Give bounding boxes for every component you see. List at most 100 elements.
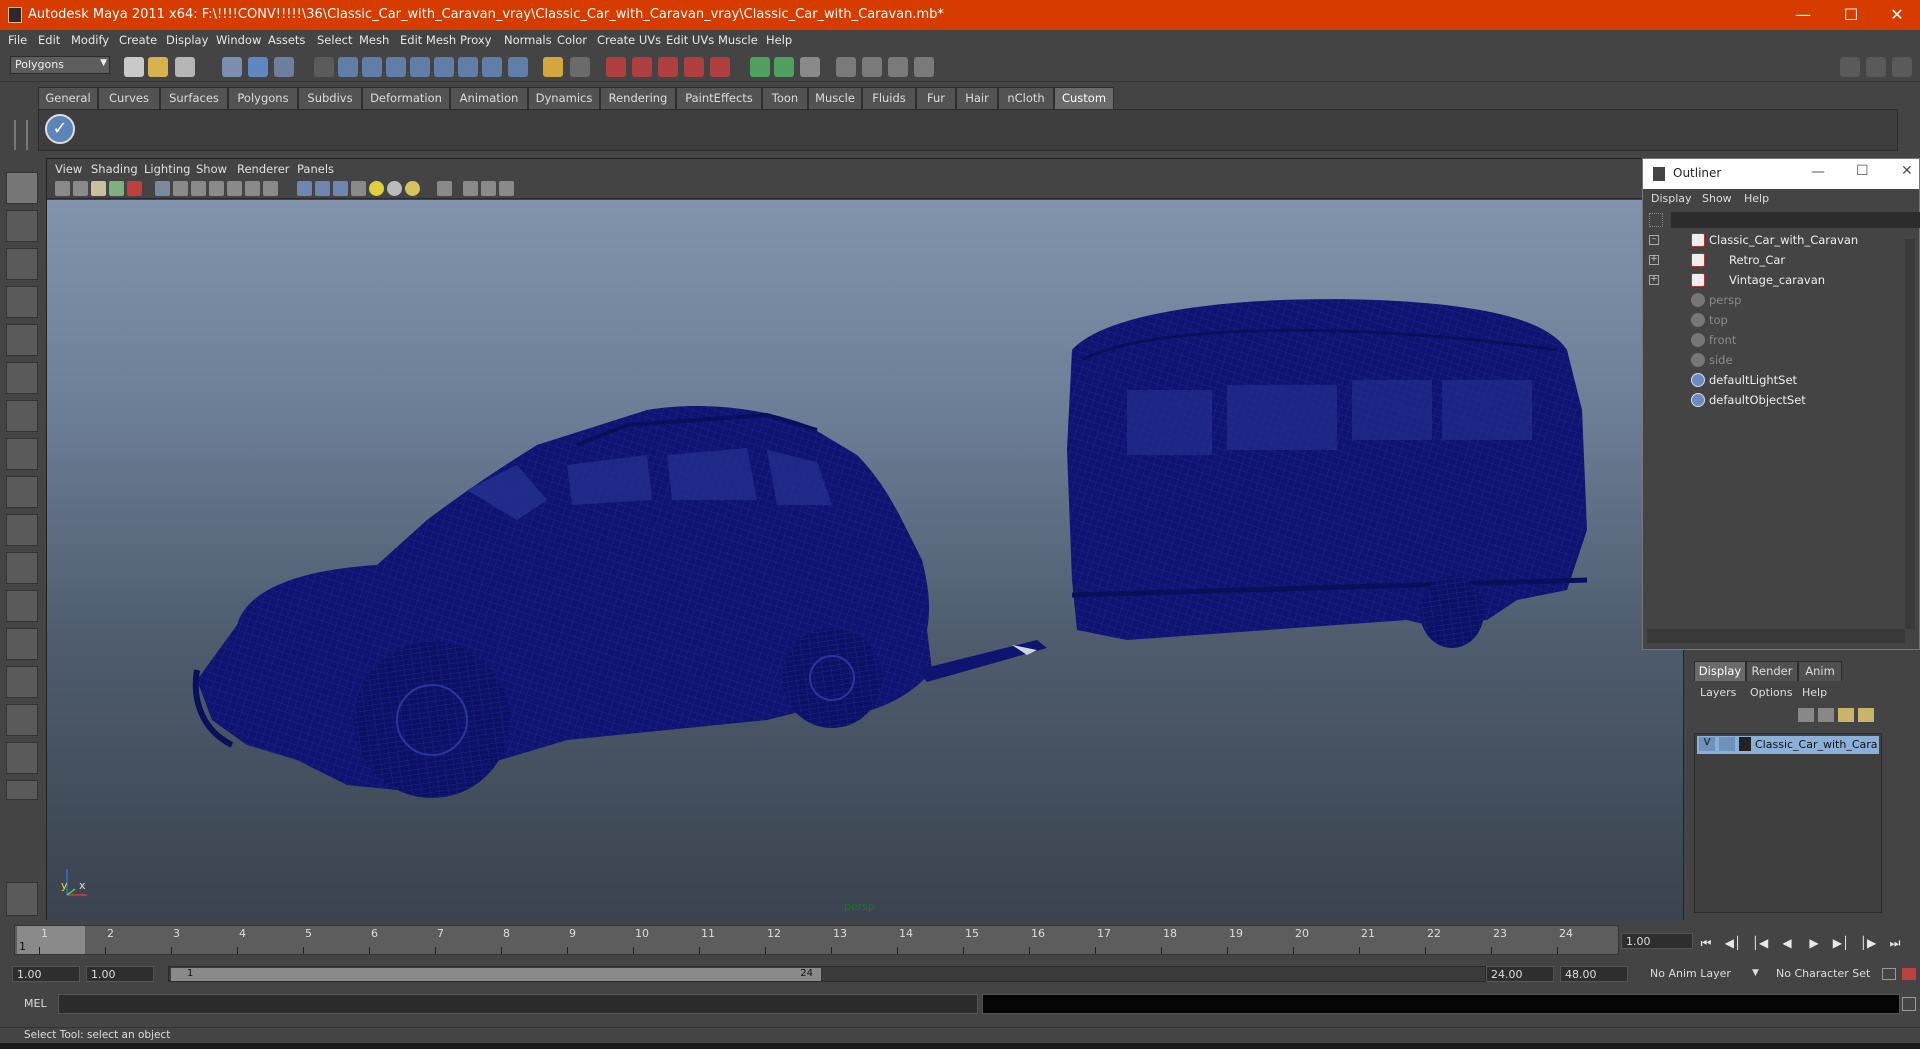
layer-color-swatch[interactable] bbox=[1739, 737, 1751, 751]
snap-grid-icon[interactable] bbox=[338, 57, 358, 77]
collapse-icon[interactable]: – bbox=[1649, 235, 1659, 245]
layer-tab-anim[interactable]: Anim bbox=[1798, 661, 1842, 681]
mel-command-input[interactable] bbox=[58, 994, 978, 1014]
four-view-layout-icon[interactable] bbox=[6, 590, 38, 622]
layers-menu-layers[interactable]: Layers bbox=[1700, 686, 1736, 699]
lock-icon[interactable] bbox=[543, 57, 563, 77]
select-tool-icon[interactable] bbox=[6, 172, 38, 204]
outliner-item[interactable]: + Vintage_caravan bbox=[1647, 271, 1907, 289]
viewport-menu-shading[interactable]: Shading bbox=[91, 162, 138, 176]
menu-set-dropdown[interactable]: Polygons ▼ bbox=[10, 56, 110, 74]
outliner-menu-help[interactable]: Help bbox=[1744, 192, 1769, 205]
anim-layer-selector[interactable]: No Anim Layer bbox=[1646, 966, 1742, 982]
gate-mask-icon[interactable] bbox=[209, 181, 224, 196]
menu-select[interactable]: Select bbox=[317, 33, 352, 47]
time-slider[interactable]: 1 1 2 3 4 5 6 7 8 9 10 11 12 13 14 15 16 17 18 19 20 21 22 23 2… bbox=[14, 925, 1619, 955]
render-settings-icon[interactable] bbox=[710, 57, 730, 77]
layer-display-type-toggle[interactable] bbox=[1719, 737, 1735, 751]
shelf-tab-dynamics[interactable]: Dynamics bbox=[528, 87, 600, 109]
menu-modify[interactable]: Modify bbox=[71, 33, 109, 47]
maximize-icon[interactable]: ☐ bbox=[1828, 0, 1874, 30]
outliner-item[interactable]: – Classic_Car_with_Caravan bbox=[1647, 231, 1907, 249]
create-layer-selected-icon[interactable] bbox=[1858, 708, 1874, 722]
camera-attributes-icon[interactable] bbox=[73, 181, 88, 196]
outliner-search-field[interactable] bbox=[1671, 212, 1920, 228]
snap-view-plane-icon[interactable] bbox=[410, 57, 430, 77]
camera-attributes-icon[interactable] bbox=[836, 57, 856, 77]
current-time-marker[interactable]: 1 bbox=[17, 926, 85, 954]
shelf-tab-curves[interactable]: Curves bbox=[98, 87, 160, 109]
maximize-icon[interactable]: ☐ bbox=[1856, 163, 1869, 179]
shelf-tab-muscle[interactable]: Muscle bbox=[808, 87, 862, 109]
go-to-end-icon[interactable]: ⏭ bbox=[1886, 935, 1904, 951]
script-language-toggle[interactable]: MEL bbox=[24, 997, 47, 1010]
menu-edit-mesh[interactable]: Edit Mesh bbox=[400, 33, 456, 47]
toggle-tool-settings-icon[interactable] bbox=[1866, 57, 1886, 77]
step-forward-frame-icon[interactable]: │▶ bbox=[1859, 935, 1877, 951]
show-manipulator-tool-icon[interactable] bbox=[6, 476, 38, 508]
shelf-tab-ncloth[interactable]: nCloth bbox=[998, 87, 1054, 109]
viewport-canvas[interactable]: y x persp bbox=[47, 200, 1683, 920]
menu-edit[interactable]: Edit bbox=[38, 33, 60, 47]
shelf-tab-polygons[interactable]: Polygons bbox=[228, 87, 298, 109]
xray-icon[interactable] bbox=[463, 181, 478, 196]
scale-tool-icon[interactable] bbox=[6, 362, 38, 394]
manipulator-tool-icon[interactable] bbox=[6, 400, 38, 432]
shelf-tab-fur[interactable]: Fur bbox=[916, 87, 956, 109]
menu-create-uvs[interactable]: Create UVs bbox=[597, 33, 661, 47]
outliner-item[interactable]: side bbox=[1647, 351, 1907, 369]
minimize-icon[interactable]: — bbox=[1780, 0, 1826, 30]
xray-components-icon[interactable] bbox=[499, 181, 514, 196]
show-render-view-icon[interactable] bbox=[774, 57, 794, 77]
shelf-tab-painteffects[interactable]: PaintEffects bbox=[676, 87, 762, 109]
shelf-tab-subdivs[interactable]: Subdivs bbox=[298, 87, 362, 109]
outliner-horizontal-scrollbar[interactable] bbox=[1647, 629, 1905, 643]
shelf-tab-hair[interactable]: Hair bbox=[956, 87, 998, 109]
outliner-menu-display[interactable]: Display bbox=[1651, 192, 1692, 205]
playback-end-field[interactable]: 24.00 bbox=[1486, 966, 1554, 982]
shelf-tab-animation[interactable]: Animation bbox=[450, 87, 528, 109]
menu-file[interactable]: File bbox=[8, 33, 27, 47]
step-forward-key-icon[interactable]: ▶│ bbox=[1832, 935, 1850, 951]
go-to-start-icon[interactable]: ⏮ bbox=[1697, 935, 1715, 951]
construction-history-icon[interactable] bbox=[482, 57, 502, 77]
chevron-down-icon[interactable]: ▼ bbox=[1752, 968, 1759, 978]
menu-normals[interactable]: Normals bbox=[504, 33, 552, 47]
persp-graph-layout-icon[interactable] bbox=[6, 666, 38, 698]
show-attribute-editor-icon[interactable] bbox=[800, 57, 820, 77]
play-forwards-icon[interactable]: ▶ bbox=[1805, 935, 1823, 951]
shelf-tab-custom[interactable]: Custom bbox=[1054, 87, 1114, 109]
animation-end-field[interactable]: 48.00 bbox=[1560, 966, 1628, 982]
snap-curve-icon[interactable] bbox=[362, 57, 382, 77]
menu-create[interactable]: Create bbox=[119, 33, 157, 47]
select-by-component-icon[interactable] bbox=[274, 57, 294, 77]
shelf-tab-deformation[interactable]: Deformation bbox=[362, 87, 450, 109]
select-by-hierarchy-icon[interactable] bbox=[222, 57, 242, 77]
safe-title-icon[interactable] bbox=[263, 181, 278, 196]
outliner-item[interactable]: front bbox=[1647, 331, 1907, 349]
all-lights-icon[interactable] bbox=[387, 181, 402, 196]
field-chart-icon[interactable] bbox=[227, 181, 242, 196]
menu-color[interactable]: Color bbox=[557, 33, 587, 47]
open-scene-icon[interactable] bbox=[148, 57, 168, 77]
step-back-key-icon[interactable]: │◀ bbox=[1751, 935, 1769, 951]
move-tool-icon[interactable] bbox=[6, 286, 38, 318]
menu-window[interactable]: Window bbox=[216, 33, 261, 47]
shadows-icon[interactable] bbox=[405, 181, 420, 196]
render-current-frame-icon[interactable] bbox=[658, 57, 678, 77]
minimize-icon[interactable]: — bbox=[1811, 164, 1825, 180]
paint-select-tool-icon[interactable] bbox=[6, 248, 38, 280]
snapshot-icon[interactable] bbox=[888, 57, 908, 77]
make-live-icon[interactable] bbox=[434, 57, 454, 77]
character-set-selector[interactable]: No Character Set bbox=[1772, 966, 1878, 982]
menu-assets[interactable]: Assets bbox=[268, 33, 305, 47]
toggle-attribute-editor-icon[interactable] bbox=[1840, 57, 1860, 77]
wireframe-icon[interactable] bbox=[297, 181, 312, 196]
range-slider-handle[interactable]: 1 24 bbox=[171, 968, 821, 981]
range-slider[interactable]: 1 24 bbox=[168, 966, 1486, 982]
menu-help[interactable]: Help bbox=[766, 33, 792, 47]
current-frame-field[interactable]: 1.00 bbox=[1621, 933, 1693, 949]
persp-outliner-layout-icon[interactable] bbox=[6, 628, 38, 660]
layer-tab-render[interactable]: Render bbox=[1746, 661, 1798, 681]
last-tool-icon[interactable] bbox=[6, 514, 38, 546]
